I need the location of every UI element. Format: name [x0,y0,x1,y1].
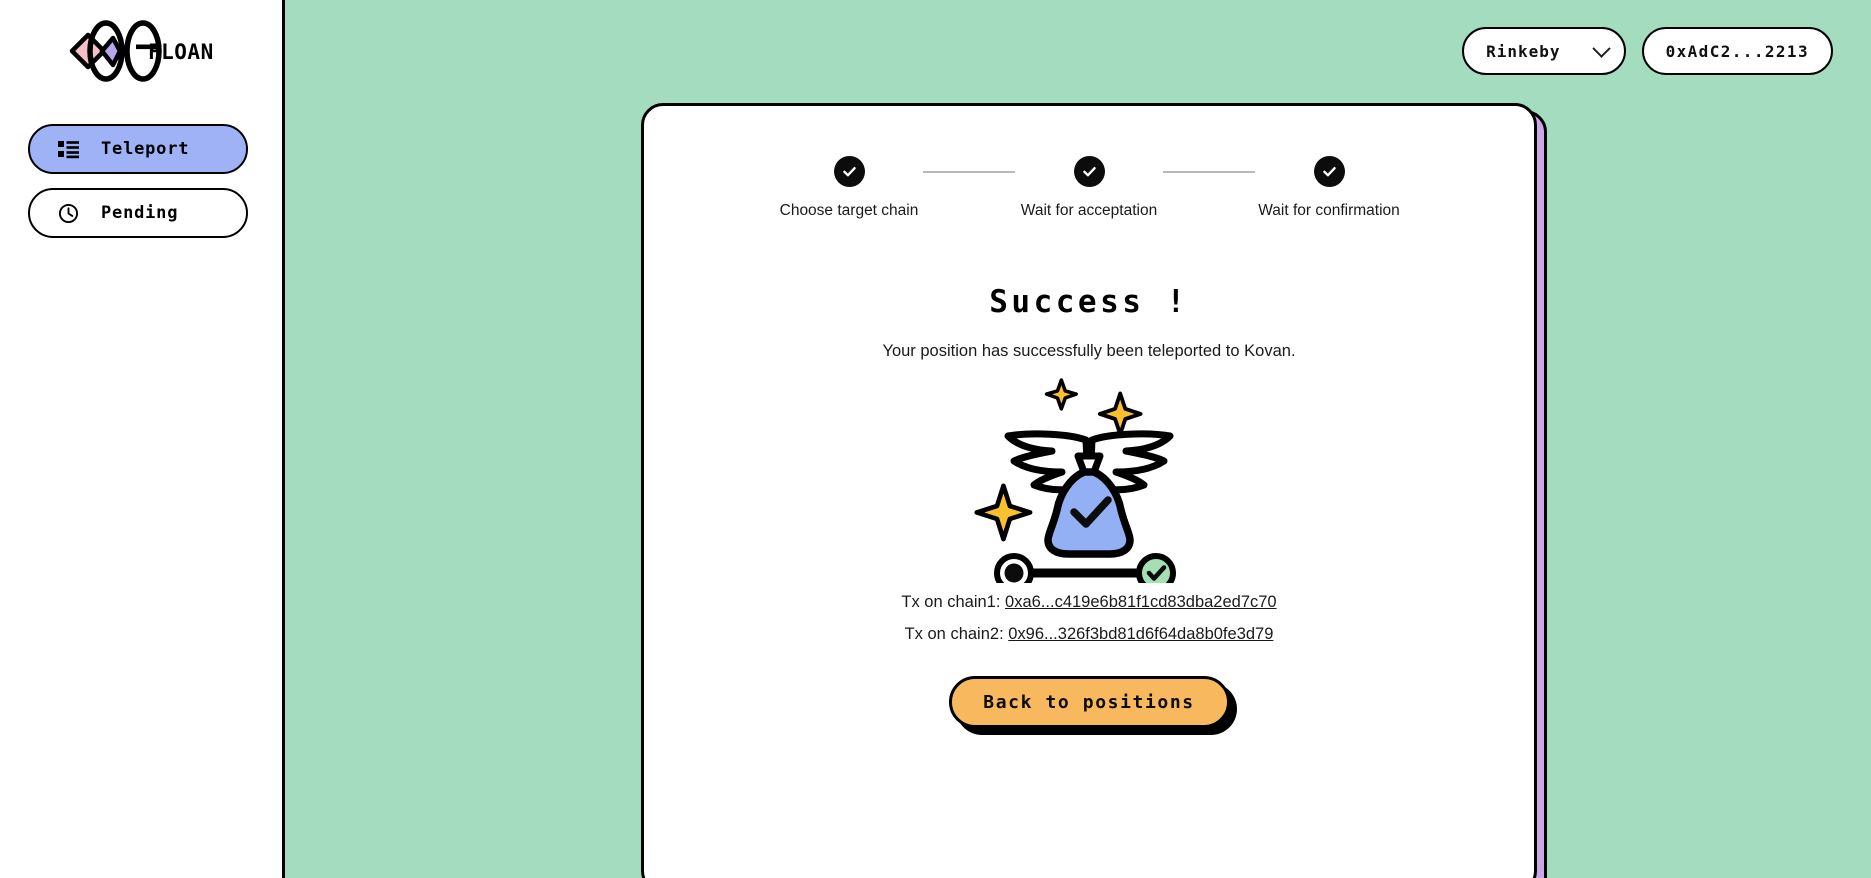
transaction-row: Tx on chain1: 0xa6...c419e6b81f1cd83dba2… [901,593,1276,612]
step-label: Wait for acceptation [1020,202,1158,219]
tx-chain2-label: Tx on chain2: [904,625,1009,643]
clock-icon [58,203,79,224]
check-icon [1082,167,1096,177]
source-chain-node-fill [1004,563,1024,583]
account-address-label: 0xAdC2...2213 [1665,41,1809,61]
sidebar-item-pending[interactable]: Pending [28,188,248,238]
app-logo: FLOAN [50,20,240,82]
network-label: Rinkeby [1486,41,1561,61]
floan-logo-icon: FLOAN [69,20,214,82]
step-connector [923,171,1015,173]
step-status-dot [1073,156,1105,187]
network-selector[interactable]: Rinkeby [1462,27,1626,75]
primary-action-area: Back to positions [644,676,1534,735]
progress-stepper: Choose target chain Wait for acceptation… [644,156,1534,221]
step-status-dot [1313,156,1345,187]
step-connector [1163,171,1255,173]
tx-chain1-hash-link[interactable]: 0xa6...c419e6b81f1cd83dba2ed7c70 [1005,593,1277,611]
sidebar-item-label: Pending [101,203,179,223]
sparkle-icon [1097,391,1143,437]
step-wait-for-confirmation: Wait for confirmation [1255,156,1403,221]
transaction-row: Tx on chain2: 0x96...326f3bd81d6f64da8b0… [905,625,1274,644]
button-holder: Back to positions [948,676,1237,735]
tx-chain1-label: Tx on chain1: [901,593,1006,611]
sparkle-icon [974,483,1033,542]
check-icon [1322,167,1336,177]
sidebar-item-label: Teleport [101,139,190,159]
step-status-dot [833,156,865,187]
sidebar: FLOAN Teleport Pending [0,0,285,878]
sidebar-item-teleport[interactable]: Teleport [28,124,248,174]
list-icon [58,139,79,160]
winged-money-bag-illustration [974,368,1204,593]
header-bar: Rinkeby 0xAdC2...2213 [1462,27,1833,75]
svg-text:FLOAN: FLOAN [148,40,214,64]
sidebar-nav: Teleport Pending [28,124,248,238]
tx-chain2-hash-link[interactable]: 0x96...326f3bd81d6f64da8b0fe3d79 [1008,625,1273,643]
back-to-positions-button[interactable]: Back to positions [948,676,1230,728]
transaction-links: Tx on chain1: 0xa6...c419e6b81f1cd83dba2… [644,593,1534,644]
step-choose-target-chain: Choose target chain [775,156,923,221]
sparkle-icon [1044,378,1078,411]
account-address-button[interactable]: 0xAdC2...2213 [1641,27,1833,75]
chevron-down-icon [1591,38,1611,58]
success-description: Your position has successfully been tele… [882,342,1296,360]
page-title: Success ! [989,284,1189,320]
step-wait-for-acceptation: Wait for acceptation [1015,156,1163,221]
teleport-card: Choose target chain Wait for acceptation… [641,103,1537,878]
step-label: Wait for confirmation [1258,202,1400,219]
step-label: Choose target chain [779,202,919,219]
check-icon [842,167,856,177]
